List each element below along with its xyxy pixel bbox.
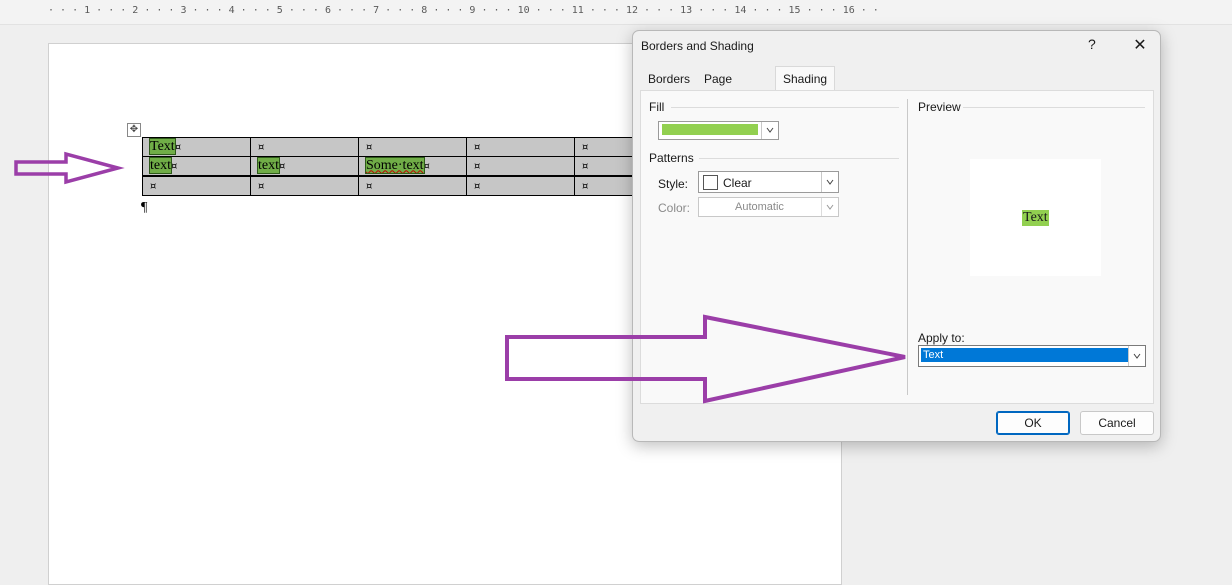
fill-label: Fill: [649, 100, 665, 114]
move-icon[interactable]: ✥: [127, 123, 141, 137]
cell-end-mark: ¤: [174, 141, 182, 153]
cell-end-mark: ¤: [258, 180, 265, 192]
cell-end-mark: ¤: [582, 141, 589, 153]
document-table[interactable]: Text¤ ¤ ¤ ¤ ¤ text¤ text¤ Some·text¤ ¤ ¤…: [142, 137, 683, 196]
cell-end-mark: ¤: [474, 141, 481, 153]
pattern-style-value: Clear: [723, 176, 752, 190]
cancel-button[interactable]: Cancel: [1080, 411, 1154, 435]
paragraph-mark: ¶: [141, 200, 148, 215]
apply-to-label: Apply to:: [918, 331, 965, 345]
cell-end-mark: ¤: [258, 141, 265, 153]
cell-text: text: [257, 156, 280, 174]
patterns-divider: [699, 158, 899, 159]
chevron-down-icon[interactable]: [761, 122, 778, 139]
pattern-style-dropdown[interactable]: Clear: [698, 171, 839, 193]
preview-sample-text: Text: [1022, 210, 1049, 226]
cell-text: Text: [149, 137, 176, 155]
style-label: Style:: [658, 177, 689, 191]
cell-text: text: [149, 156, 172, 174]
table-cell[interactable]: ¤: [250, 137, 359, 157]
cell-end-mark: ¤: [474, 160, 481, 172]
tab-page-border[interactable]: Page Border: [697, 68, 747, 108]
ruler-scale: · · · 1 · · · 2 · · · 3 · · · 4 · · · 5 …: [48, 5, 879, 16]
table-cell[interactable]: text¤: [250, 156, 359, 177]
preview-label: Preview: [918, 100, 961, 114]
cell-end-mark: ¤: [366, 180, 373, 192]
horizontal-ruler[interactable]: · · · 1 · · · 2 · · · 3 · · · 4 · · · 5 …: [0, 0, 1232, 25]
fill-color-swatch: [662, 124, 758, 135]
close-icon[interactable]: ✕: [1129, 35, 1151, 55]
apply-to-value: Text: [920, 347, 1130, 363]
annotation-arrow-left: [14, 151, 125, 185]
chevron-down-icon[interactable]: [821, 198, 838, 216]
table-cell[interactable]: Text¤: [142, 137, 251, 157]
chevron-down-icon[interactable]: [1128, 346, 1145, 366]
chevron-down-icon[interactable]: [821, 172, 838, 192]
pattern-color-dropdown[interactable]: Automatic: [698, 197, 839, 217]
table-cell[interactable]: ¤: [358, 175, 467, 196]
cell-end-mark: ¤: [366, 141, 373, 153]
table-cell[interactable]: ¤: [250, 175, 359, 196]
annotation-arrow-right: [505, 314, 906, 404]
dialog-title: Borders and Shading: [641, 39, 754, 53]
table-cell[interactable]: text¤: [142, 156, 251, 177]
pattern-clear-swatch: [703, 175, 718, 190]
ok-button[interactable]: OK: [996, 411, 1070, 435]
fill-divider: [671, 107, 899, 108]
tab-shading[interactable]: Shading: [775, 66, 836, 93]
table-cell[interactable]: ¤: [466, 156, 575, 177]
cell-end-mark: ¤: [582, 160, 589, 172]
apply-to-dropdown[interactable]: Text: [918, 345, 1146, 367]
preview-divider: [963, 107, 1145, 108]
table-row: Text¤ ¤ ¤ ¤ ¤: [142, 137, 683, 157]
cell-end-mark: ¤: [171, 160, 178, 172]
tab-borders[interactable]: Borders: [641, 68, 697, 90]
preview-area: Text: [970, 159, 1101, 276]
cell-end-mark: ¤: [279, 160, 286, 172]
cell-end-mark: ¤: [582, 180, 589, 192]
table-cell[interactable]: ¤: [358, 137, 467, 157]
cell-text: Some·text: [365, 156, 425, 174]
color-label: Color:: [658, 201, 691, 215]
cell-end-mark: ¤: [474, 180, 481, 192]
table-cell[interactable]: ¤: [466, 175, 575, 196]
table-cell[interactable]: ¤: [466, 137, 575, 157]
table-cell[interactable]: Some·text¤: [358, 156, 467, 177]
table-row: ¤ ¤ ¤ ¤ ¤: [142, 175, 683, 196]
help-icon[interactable]: ?: [1088, 36, 1096, 52]
patterns-label: Patterns: [649, 151, 694, 165]
fill-color-dropdown[interactable]: [658, 121, 779, 140]
cell-end-mark: ¤: [150, 180, 157, 192]
table-row: text¤ text¤ Some·text¤ ¤ ¤: [142, 156, 683, 177]
cell-end-mark: ¤: [423, 160, 430, 172]
pattern-color-value: Automatic: [735, 201, 784, 213]
table-cell[interactable]: ¤: [142, 175, 251, 196]
